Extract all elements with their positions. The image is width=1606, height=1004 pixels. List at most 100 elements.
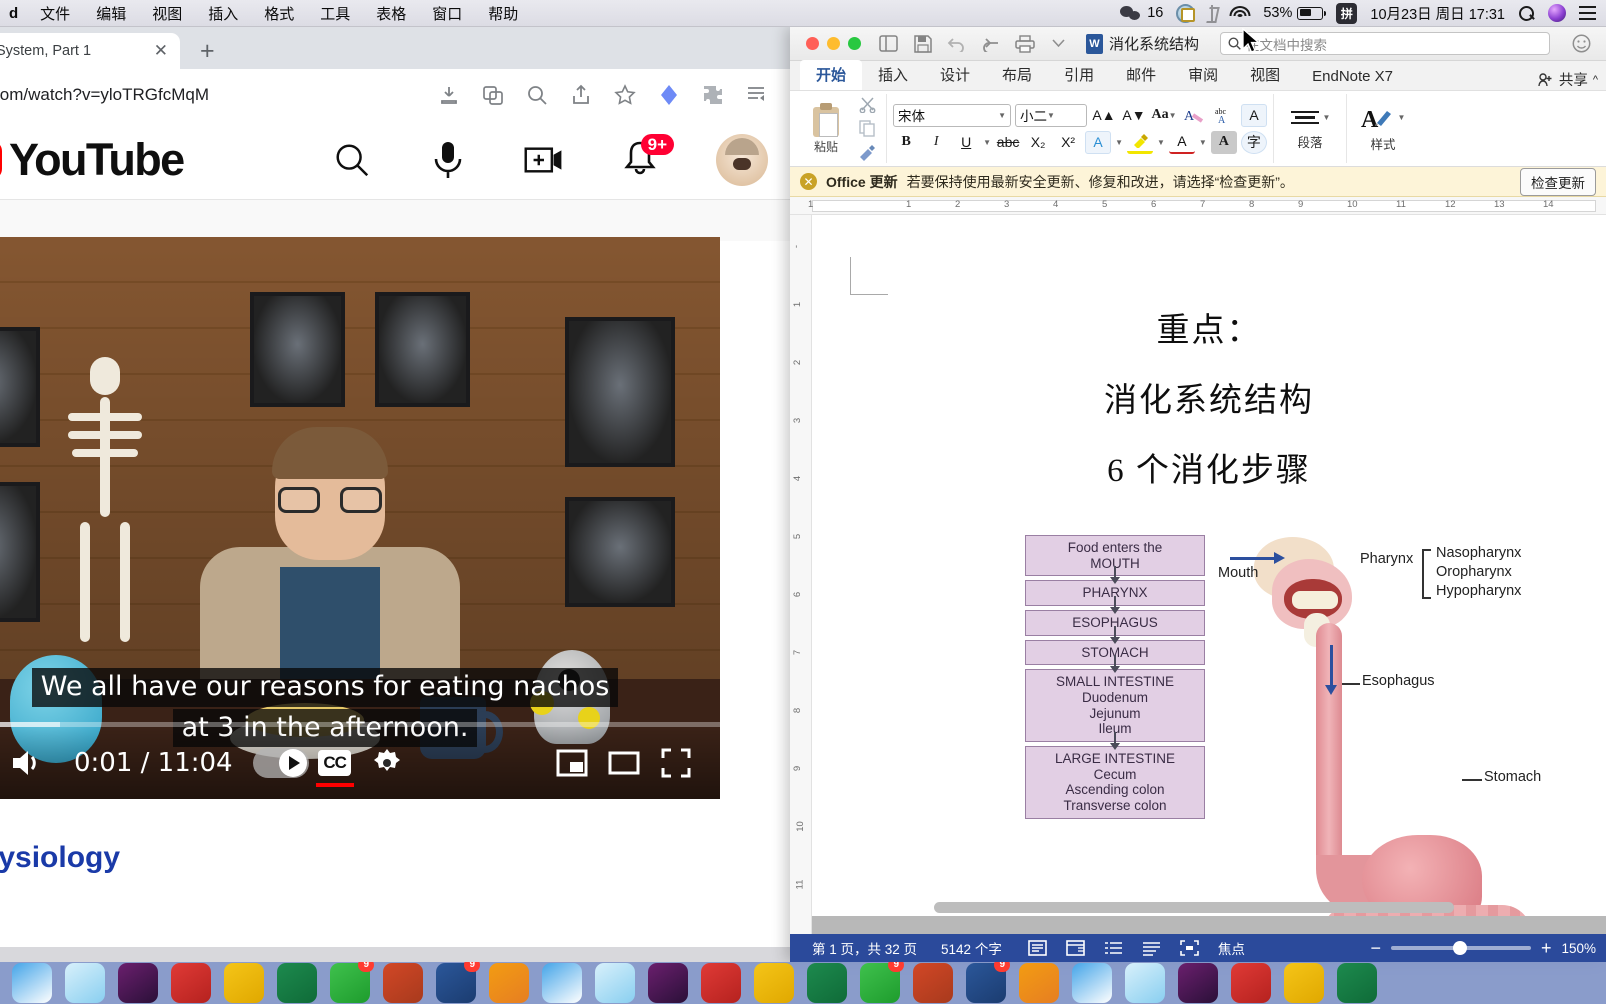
dock-item-pdf-reader[interactable] [1231,963,1271,1003]
word-window[interactable]: W 消化系统结构 在文档中搜索 开始 插入 设计 布局 引用 邮件 审阅 视图 EndNote … [790,27,1606,962]
reading-list-icon[interactable] [746,84,768,106]
dock-item-word[interactable]: 9 [966,962,1010,1003]
zoom-out-button[interactable]: − [1370,938,1381,959]
ribbon-toolbar[interactable]: 粘贴 宋体 ▼ 小二 ▼ A▲ A▼ Aa ▼ A abc A A B I U … [790,91,1606,167]
chevron-down-icon[interactable]: ▼ [1398,113,1406,122]
youtube-logo[interactable]: YouTube [0,134,185,186]
spelling-check-button[interactable]: abc A [1211,104,1237,127]
dock-item-notes[interactable] [224,963,264,1003]
save-icon[interactable] [910,31,935,56]
clear-formatting-button[interactable]: A [1181,104,1207,127]
strikethrough-button[interactable]: abc [995,131,1021,154]
dock-item-finder[interactable] [1072,963,1112,1003]
menubar-item-4[interactable]: 格式 [251,6,307,23]
close-icon[interactable]: ✕ [800,173,817,190]
dock-item-safari[interactable] [1125,963,1165,1003]
focus-mode-icon[interactable] [1180,940,1200,957]
bookmark-star-icon[interactable] [614,84,636,106]
bold-button[interactable]: B [893,131,919,154]
voice-search-icon[interactable] [428,140,468,180]
dock-item-excel[interactable] [1337,963,1377,1003]
fullscreen-icon[interactable] [650,737,702,789]
zoom-slider[interactable] [1390,941,1531,955]
dock-item-safari[interactable] [595,963,635,1003]
outline-view-icon[interactable] [1104,940,1124,957]
share-button[interactable]: 共享 ^ [1538,69,1606,90]
macos-dock[interactable]: 9 9 9 9 [0,962,1606,1004]
menubar-app-name[interactable]: d [0,5,27,22]
ribbon-tab-3[interactable]: 布局 [986,60,1048,90]
font-name-select[interactable]: 宋体 ▼ [893,103,1011,127]
styles-button[interactable]: A ▼ 样式 [1353,105,1413,153]
web-layout-view-icon[interactable] [1066,940,1086,957]
volume-icon[interactable] [0,737,52,789]
redo-icon[interactable] [978,31,1003,56]
maximize-window-button[interactable] [848,37,861,50]
ribbon-tab-1[interactable]: 插入 [862,60,924,90]
menubar-item-6[interactable]: 表格 [363,6,419,23]
macos-menu-bar[interactable]: d 文件 编辑 视图 插入 格式 工具 表格 窗口 帮助 16 53% 拼 10月23日 周日 … [0,0,1606,27]
dock-item-wechat[interactable]: 9 [860,962,904,1003]
battery-status-item[interactable]: 53% [1263,5,1327,21]
paste-button[interactable]: 粘贴 [802,102,850,155]
dock-item-siri[interactable] [1178,963,1218,1003]
font-color-button[interactable]: A [1168,131,1195,154]
dock-item-pdf-reader[interactable] [701,963,741,1003]
dock-item-excel[interactable] [277,963,317,1003]
text-effect-color-button[interactable]: A [1085,130,1112,154]
char-shading-button[interactable]: A [1210,130,1237,154]
settings-gear-icon[interactable] [361,737,413,789]
menubar-item-7[interactable]: 窗口 [419,6,475,23]
draft-view-icon[interactable] [1142,940,1162,957]
zoom-level[interactable]: 150% [1561,941,1596,956]
miniplayer-icon[interactable] [546,737,598,789]
chevron-down-icon[interactable]: ▼ [1157,138,1165,147]
close-window-button[interactable] [806,37,819,50]
youtube-video-player[interactable]: We all have our reasons for eating nacho… [0,237,720,799]
siri-icon[interactable] [1548,4,1566,22]
smiley-feedback-icon[interactable] [1569,31,1594,56]
dock-item-wechat[interactable]: 9 [330,962,374,1003]
text-highlight-box-button[interactable]: A [1241,103,1267,127]
ribbon-tab-6[interactable]: 审阅 [1172,60,1234,90]
copy-icon[interactable] [856,119,878,139]
ribbon-tab-5[interactable]: 邮件 [1110,60,1172,90]
search-input[interactable]: 在文档中搜索 [1220,32,1551,55]
dock-item-siri[interactable] [648,963,688,1003]
minimize-window-button[interactable] [827,37,840,50]
document-area[interactable]: -123456789101112 重点： 消化系统结构 6 个消化步骤 Food… [790,215,1606,934]
paragraph-button[interactable]: ▼ 段落 [1280,107,1340,151]
print-layout-view-icon[interactable] [1028,940,1048,957]
spotlight-search-icon[interactable] [1518,5,1535,22]
search-icon[interactable] [332,140,372,180]
office-update-banner[interactable]: ✕ Office 更新 若要保持使用最新安全更新、修复和改进，请选择“检查更新”… [790,167,1606,197]
install-icon[interactable] [438,84,460,106]
menubar-item-0[interactable]: 文件 [27,6,83,23]
theater-mode-icon[interactable] [598,737,650,789]
close-icon[interactable]: ✕ [154,41,168,61]
browser-tab-strip[interactable]: gestive System, Part 1 ✕ + [0,27,790,69]
video-controls[interactable]: 0:01 / 11:04 CC [0,727,720,799]
captions-button[interactable]: CC [309,737,361,789]
translate-icon[interactable] [482,84,504,106]
undo-icon[interactable] [944,31,969,56]
dock-item-siri[interactable] [118,963,158,1003]
create-video-icon[interactable] [524,140,564,180]
chevron-down-icon[interactable]: ▼ [1115,138,1123,147]
ribbon-tab-4[interactable]: 引用 [1048,60,1110,90]
dock-item-powerpoint[interactable] [913,963,953,1003]
dock-item-notes[interactable] [754,963,794,1003]
menubar-item-2[interactable]: 视图 [139,6,195,23]
chevron-down-icon[interactable]: ▼ [1047,111,1055,120]
font-size-select[interactable]: 小二 ▼ [1015,103,1087,127]
browser-omnibox[interactable]: utube.com/watch?v=yloTRGfcMqM [0,69,790,121]
chevron-down-icon[interactable] [1046,31,1071,56]
clock[interactable]: 10月23日 周日 17:31 [1370,3,1505,24]
wechat-status-item[interactable]: 16 [1120,5,1163,21]
horizontal-scrollbar[interactable] [834,902,1600,914]
dock-item-reminders[interactable] [1019,963,1059,1003]
highlight-color-button[interactable] [1127,131,1153,154]
zoom-slider-knob[interactable] [1452,941,1467,955]
browser-tab[interactable]: gestive System, Part 1 ✕ [0,33,180,69]
ribbon-tab-7[interactable]: 视图 [1234,60,1296,90]
